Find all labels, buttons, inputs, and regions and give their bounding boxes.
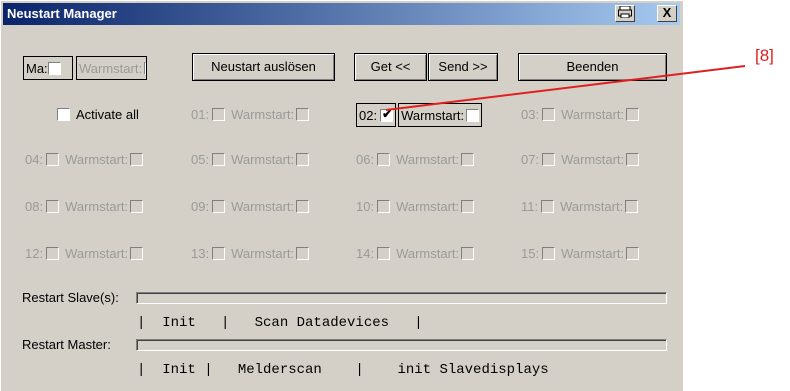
callout-label: [8] bbox=[755, 46, 774, 65]
callout-line bbox=[385, 65, 746, 111]
